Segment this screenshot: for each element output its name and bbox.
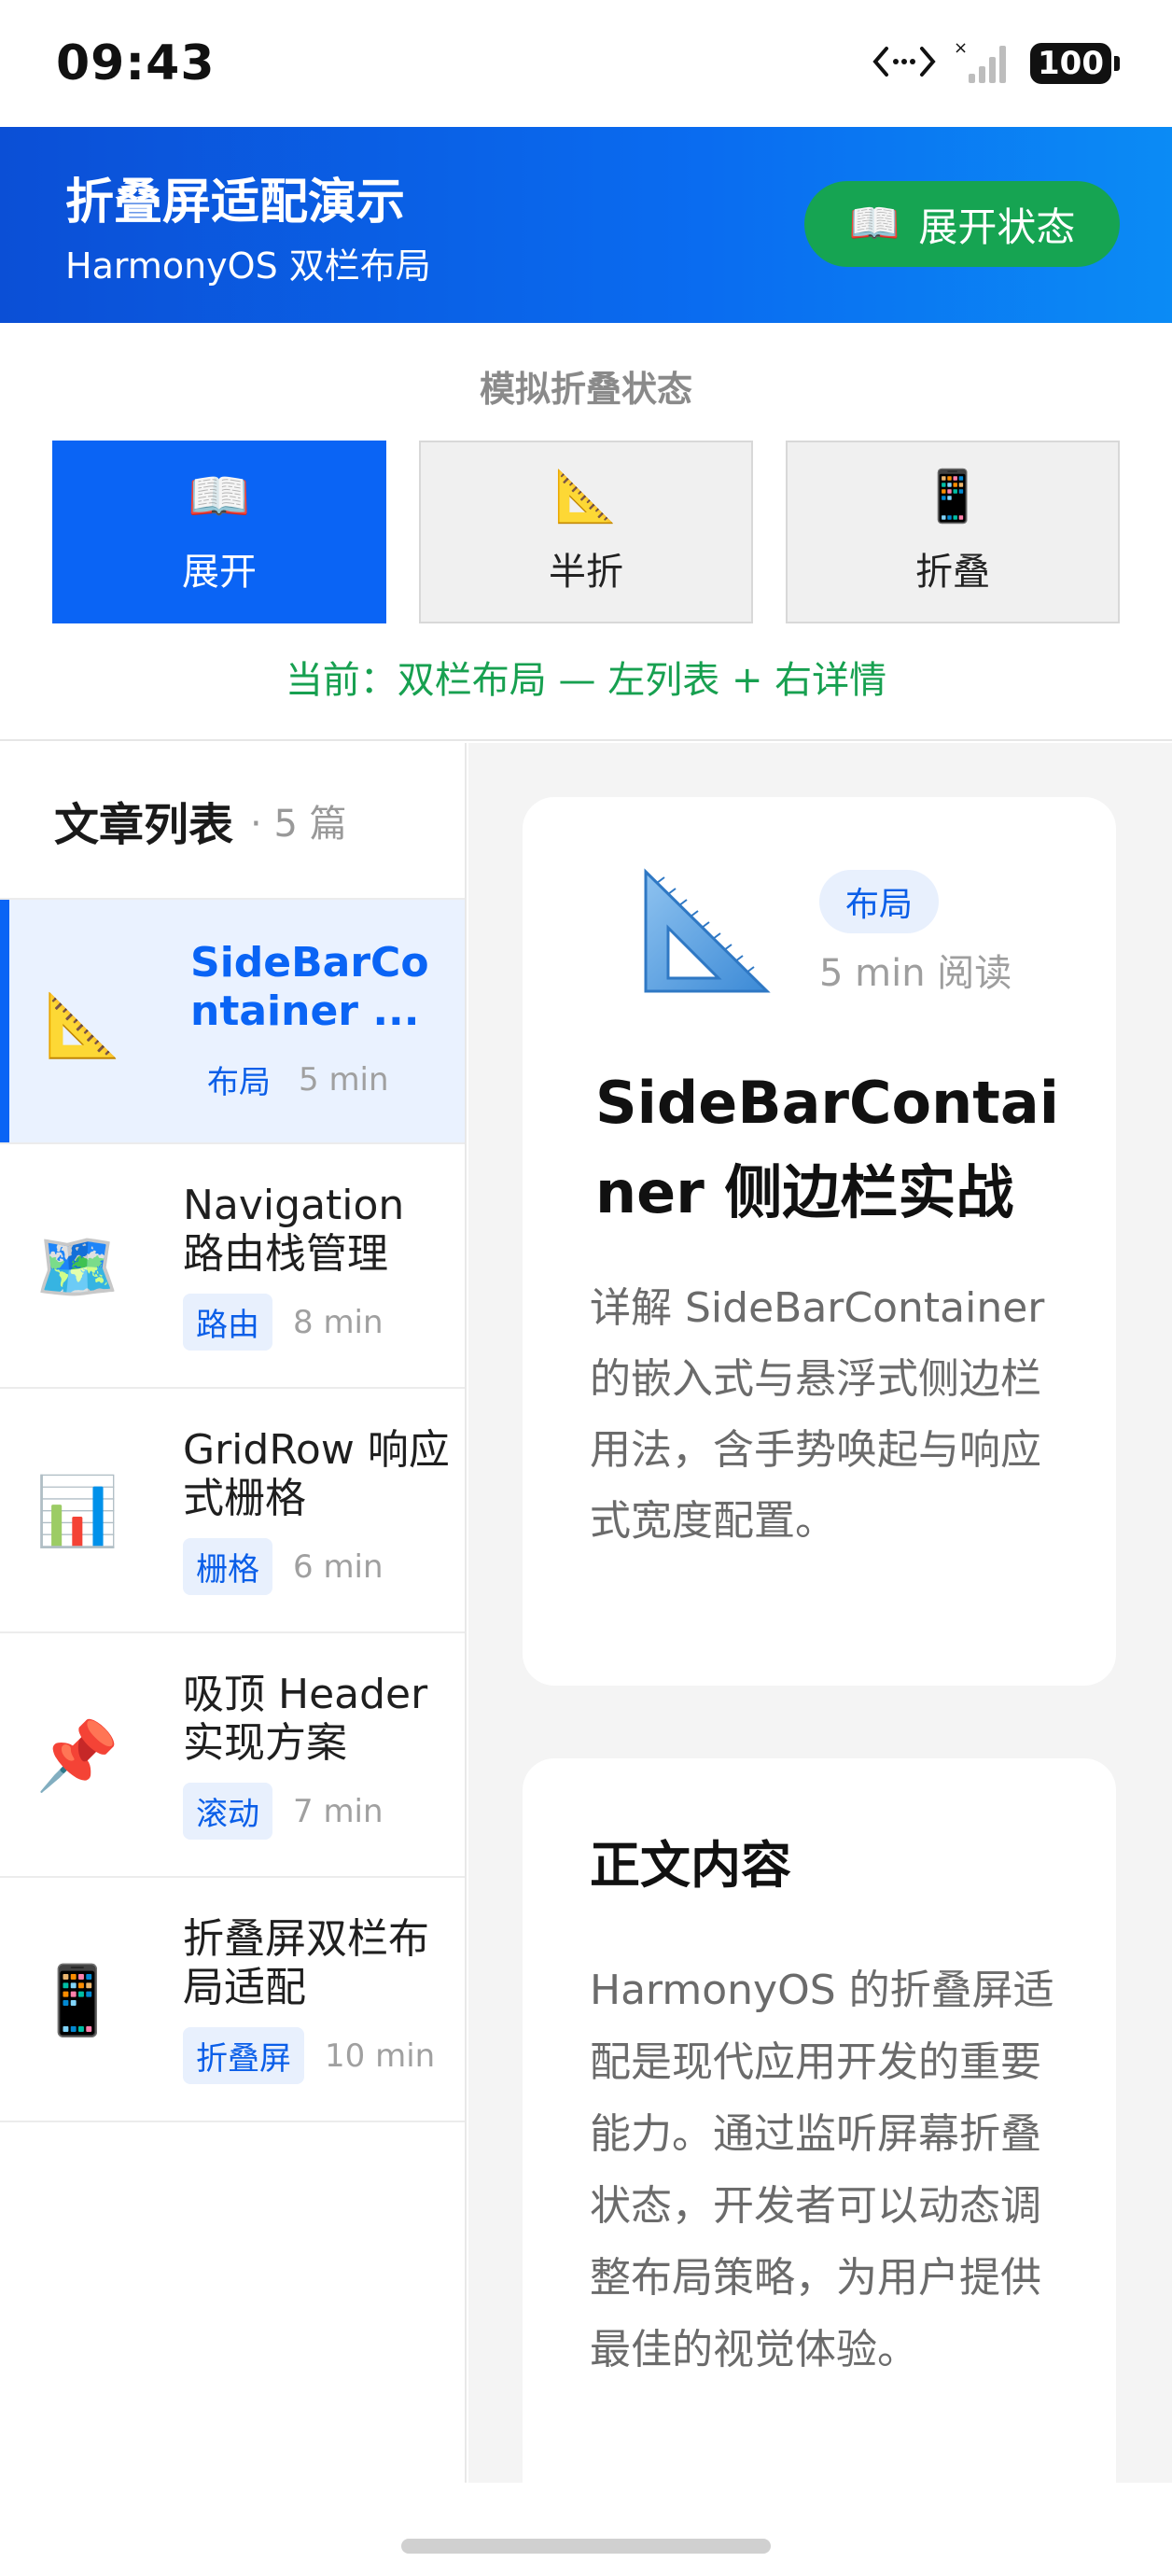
fold-state-pill[interactable]: 📖 展开状态 bbox=[804, 181, 1120, 267]
svg-text:×: × bbox=[954, 38, 968, 58]
mobile-phone-icon: 📱 bbox=[35, 1961, 119, 2039]
content-body: HarmonyOS 的折叠屏适配是现代应用开发的重要能力。通过监听屏幕折叠状态，… bbox=[590, 1967, 1054, 2373]
item-title: 吸顶 Header 实现方案 bbox=[183, 1671, 428, 1767]
selection-indicator bbox=[0, 900, 9, 1142]
link-arrows-icon bbox=[872, 43, 937, 84]
item-read-time: 8 min bbox=[293, 1303, 384, 1341]
triangle-ruler-icon: 📐 bbox=[554, 467, 618, 525]
battery-tip bbox=[1114, 56, 1120, 71]
item-read-time: 7 min bbox=[293, 1792, 384, 1830]
battery-icon: 100 bbox=[1030, 43, 1120, 84]
open-book-icon: 📖 bbox=[188, 467, 251, 525]
mobile-phone-icon: 📱 bbox=[921, 467, 984, 525]
status-icons: × 100 bbox=[872, 37, 1120, 90]
list-item[interactable]: 🗺️ Navigation 路由栈管理 路由 8 min bbox=[0, 1144, 465, 1389]
item-read-time: 10 min bbox=[325, 2037, 436, 2075]
item-tag: 栅格 bbox=[183, 1538, 272, 1595]
bar-chart-icon: 📊 bbox=[35, 1472, 119, 1550]
pushpin-icon: 📌 bbox=[35, 1716, 119, 1795]
list-item[interactable]: 📱 折叠屏双栏布局适配 折叠屏 10 min bbox=[0, 1878, 465, 2122]
current-layout-status: 当前：双栏布局 — 左列表 + 右详情 bbox=[285, 659, 887, 702]
item-tag: 布局 bbox=[207, 1064, 271, 1101]
item-meta: 滚动 7 min bbox=[183, 1783, 384, 1840]
item-meta: 路由 8 min bbox=[183, 1294, 384, 1351]
fold-button-label: 半折 bbox=[549, 551, 623, 594]
page-title: 折叠屏适配演示 bbox=[65, 175, 406, 231]
item-tag: 折叠屏 bbox=[183, 2027, 304, 2084]
article-list-pane: 文章列表 · 5 篇 📐 SideBarCo ntainer ... 布局 5 … bbox=[0, 743, 467, 2483]
world-map-icon: 🗺️ bbox=[35, 1227, 119, 1306]
item-tag: 滚动 bbox=[183, 1783, 272, 1840]
fold-unfold-button[interactable]: 📖 展开 bbox=[52, 441, 386, 623]
item-meta: 折叠屏 10 min bbox=[183, 2027, 435, 2084]
open-book-icon: 📖 bbox=[848, 200, 900, 247]
item-read-time: 5 min bbox=[299, 1060, 389, 1099]
item-title: Navigation 路由栈管理 bbox=[183, 1182, 405, 1278]
status-bar: 09:43 × 100 bbox=[0, 0, 1172, 127]
fold-folded-button[interactable]: 📱 折叠 bbox=[786, 441, 1120, 623]
detail-tag: 布局 bbox=[819, 870, 940, 933]
fold-half-button[interactable]: 📐 半折 bbox=[419, 441, 753, 623]
no-signal-icon: × bbox=[954, 38, 1013, 89]
detail-read-time: 5 min 阅读 bbox=[819, 952, 1012, 995]
simulator-title: 模拟折叠状态 bbox=[479, 369, 692, 410]
page-subtitle: HarmonyOS 双栏布局 bbox=[65, 245, 431, 287]
item-title: SideBarCo ntainer ... bbox=[190, 939, 429, 1035]
list-header: 文章列表 · 5 篇 bbox=[0, 743, 465, 900]
fold-state-label: 展开状态 bbox=[918, 203, 1076, 250]
home-indicator[interactable] bbox=[401, 2539, 771, 2554]
item-tag: 路由 bbox=[183, 1294, 272, 1351]
content-heading: 正文内容 bbox=[590, 1836, 791, 1895]
content-card: 正文内容 HarmonyOS 的折叠屏适配是现代应用开发的重要能力。通过监听屏幕… bbox=[523, 1758, 1116, 2524]
list-item[interactable]: 📊 GridRow 响应式栅格 栅格 6 min bbox=[0, 1389, 465, 1633]
bottom-bar bbox=[0, 2483, 1172, 2576]
app-header: 折叠屏适配演示 HarmonyOS 双栏布局 📖 展开状态 bbox=[0, 127, 1172, 323]
detail-title: SideBarContainer 侧边栏实战 bbox=[595, 1069, 1059, 1226]
fold-simulator: 模拟折叠状态 📖 展开 📐 半折 📱 折叠 当前：双栏布局 — 左列表 + 右详… bbox=[0, 323, 1172, 741]
item-read-time: 6 min bbox=[293, 1547, 384, 1586]
detail-card: 布局 5 min 阅读 SideBarContainer 侧边栏实战 详解 Si… bbox=[523, 797, 1116, 1686]
detail-description: 详解 SideBarContainer 的嵌入式与悬浮式侧边栏用法，含手势唤起与… bbox=[590, 1284, 1045, 1545]
item-title: GridRow 响应式栅格 bbox=[183, 1426, 450, 1522]
item-title: 折叠屏双栏布局适配 bbox=[183, 1915, 429, 2011]
detail-pane[interactable]: 布局 5 min 阅读 SideBarContainer 侧边栏实战 详解 Si… bbox=[468, 743, 1172, 2524]
triangle-ruler-icon bbox=[635, 864, 774, 1004]
item-meta: 布局 5 min bbox=[183, 1051, 389, 1108]
battery-level: 100 bbox=[1030, 43, 1111, 84]
fold-button-label: 折叠 bbox=[915, 551, 990, 594]
item-meta: 栅格 6 min bbox=[183, 1538, 384, 1595]
list-title: 文章列表 bbox=[54, 799, 234, 851]
list-count: · 5 篇 bbox=[250, 803, 347, 846]
list-item[interactable]: 📐 SideBarCo ntainer ... 布局 5 min bbox=[0, 900, 465, 1144]
fold-button-label: 展开 bbox=[182, 551, 257, 594]
status-time: 09:43 bbox=[56, 35, 216, 91]
triangle-ruler-icon: 📐 bbox=[44, 989, 122, 1061]
list-item[interactable]: 📌 吸顶 Header 实现方案 滚动 7 min bbox=[0, 1633, 465, 1878]
